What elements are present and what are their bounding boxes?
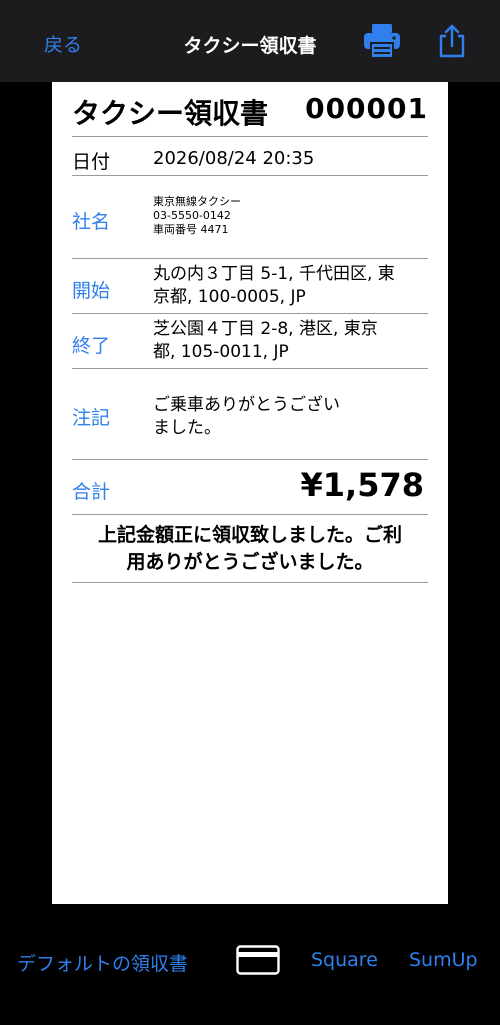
divider <box>72 258 428 259</box>
credit-card-icon[interactable] <box>236 945 280 979</box>
end-address: 芝公園４丁目 2-8, 港区, 東京 都, 105-0011, JP <box>153 318 413 364</box>
divider <box>72 582 428 583</box>
printer-icon[interactable] <box>364 24 400 62</box>
default-receipt-button[interactable]: デフォルトの領収書 <box>17 949 188 976</box>
thank-you-line: 用ありがとうございました。 <box>126 551 374 573</box>
company-label[interactable]: 社名 <box>72 207 110 234</box>
company-name: 東京無線タクシー <box>153 195 241 208</box>
thank-you-line: 上記金額正に領収致しました。ご利 <box>97 524 402 546</box>
date-label: 日付 <box>72 151 111 173</box>
start-address-line: 丸の内３丁目 5-1, 千代田区, 東 <box>153 264 395 284</box>
date-value: 2026/08/24 20:35 <box>153 148 315 169</box>
note-label[interactable]: 注記 <box>72 403 110 430</box>
start-label[interactable]: 開始 <box>72 276 110 303</box>
note-line: ご乗車ありがとうござい <box>153 395 340 415</box>
receipt-header: タクシー領収書 000001 <box>72 92 428 136</box>
divider <box>72 368 428 369</box>
share-icon[interactable] <box>437 24 467 62</box>
total-amount: ¥1,578 <box>300 466 424 504</box>
divider <box>72 313 428 314</box>
start-address: 丸の内３丁目 5-1, 千代田区, 東 京都, 100-0005, JP <box>153 263 413 309</box>
company-phone: 03-5550-0142 <box>153 209 231 222</box>
end-address-line: 都, 105-0011, JP <box>153 342 289 362</box>
divider <box>72 175 428 176</box>
total-label[interactable]: 合計 <box>72 477 110 504</box>
note-line: ました。 <box>153 418 221 438</box>
vehicle-number: 車両番号 4471 <box>153 223 229 236</box>
company-info: 東京無線タクシー 03-5550-0142 車両番号 4471 <box>153 195 241 237</box>
end-label[interactable]: 終了 <box>72 331 110 358</box>
note-value: ご乗車ありがとうござい ました。 <box>153 394 383 440</box>
receipt-title: タクシー領収書 <box>72 97 269 130</box>
receipt-number: 000001 <box>305 92 428 125</box>
end-address-line: 芝公園４丁目 2-8, 港区, 東京 <box>153 319 378 339</box>
divider <box>72 514 428 515</box>
square-button[interactable]: Square <box>311 949 378 971</box>
divider <box>72 459 428 460</box>
navigation-bar: 戻る タクシー領収書 <box>0 0 500 82</box>
sumup-button[interactable]: SumUp <box>409 949 478 971</box>
start-address-line: 京都, 100-0005, JP <box>153 287 306 307</box>
bottom-toolbar: デフォルトの領収書 Square SumUp <box>0 945 500 977</box>
divider <box>72 136 428 137</box>
thank-you-message: 上記金額正に領収致しました。ご利 用ありがとうございました。 <box>72 522 428 576</box>
nav-title: タクシー領収書 <box>183 35 317 57</box>
receipt-paper: タクシー領収書 000001 日付 2026/08/24 20:35 社名 東京… <box>52 82 448 904</box>
